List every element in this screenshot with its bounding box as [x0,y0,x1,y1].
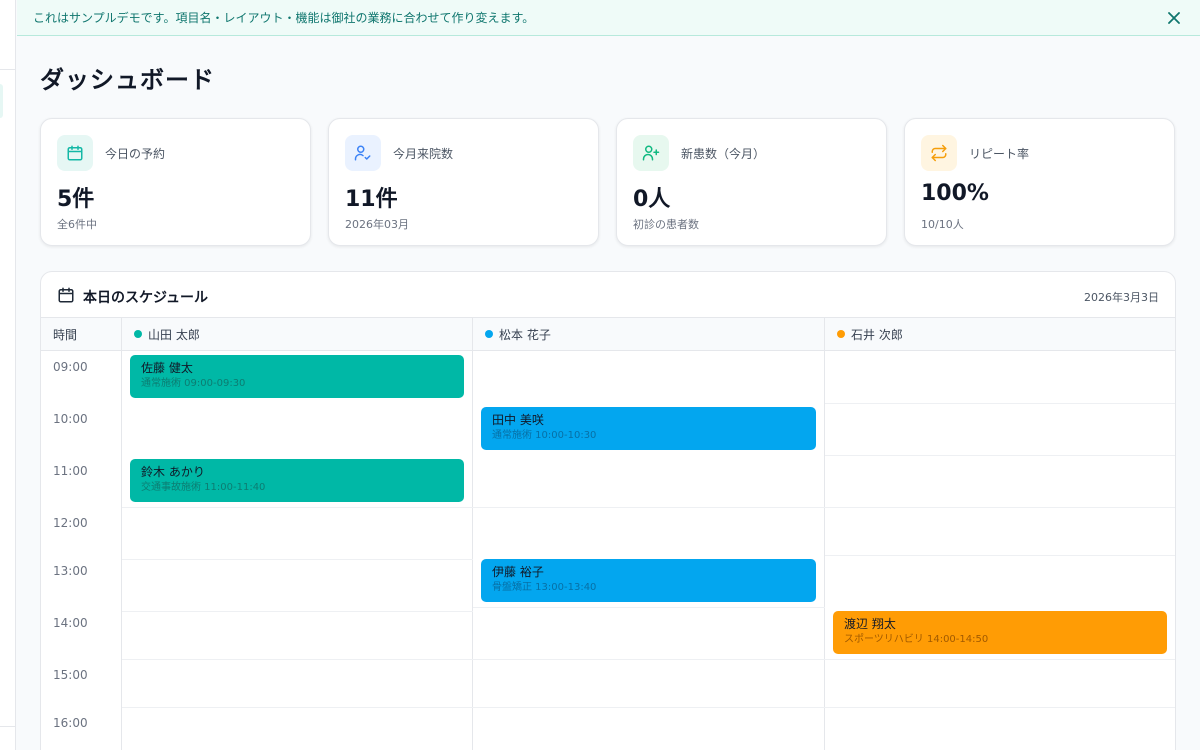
appointment-detail: 通常施術 09:00-09:30 [141,378,246,389]
appointment-card[interactable]: 渡辺 翔太 スポーツリハビリ 14:00-14:50 [833,611,1167,654]
stat-value: 0人 [633,187,671,212]
staff-color-dot [837,330,845,338]
hour-line [825,555,1175,556]
stat-card-repeat-rate: リピート率 100% 10/10人 [904,118,1175,246]
hour-line [825,403,1175,404]
today-schedule-panel: 本日のスケジュール 2026年3月3日 時間 山田 太郎 松本 花子 石井 次郎… [40,271,1176,750]
stat-label: 今月来院数 [393,147,454,161]
user-check-icon [345,135,381,171]
time-header-label: 時間 [53,327,78,342]
hour-line [473,507,825,508]
user-plus-icon [633,135,669,171]
staff-column[interactable]: 田中 美咲 通常施術 10:00-10:30 伊藤 裕子 骨盤矯正 13:00-… [473,351,825,750]
staff-color-dot [485,330,493,338]
hour-line [825,455,1175,456]
calendar-icon [57,135,93,171]
sidebar-active-indicator[interactable] [0,84,3,118]
schedule-title: 本日のスケジュール [83,290,209,306]
time-slot-label: 10:00 [53,412,88,426]
sidebar [0,0,16,750]
stat-sub: 全6件中 [57,218,97,231]
appointment-card[interactable]: 佐藤 健太 通常施術 09:00-09:30 [130,355,464,398]
sidebar-divider [0,726,16,727]
time-slot-label: 13:00 [53,564,88,578]
appointment-patient: 佐藤 健太 [141,361,193,375]
stat-value: 5件 [57,187,95,212]
stat-label: 今日の予約 [105,147,166,161]
stat-label: 新患数（今月） [681,147,766,161]
time-slot-label: 09:00 [53,360,88,374]
hour-line [473,659,825,660]
stat-sub: 初診の患者数 [633,218,699,231]
repeat-icon [921,135,957,171]
schedule-header: 本日のスケジュール 2026年3月3日 [41,272,1175,318]
hour-line [122,559,473,560]
stat-sub: 2026年03月 [345,218,409,231]
time-slot-label: 16:00 [53,716,88,730]
appointment-patient: 伊藤 裕子 [492,565,544,579]
stat-card-today-reservations: 今日の予約 5件 全6件中 [40,118,311,246]
appointment-card[interactable]: 伊藤 裕子 骨盤矯正 13:00-13:40 [481,559,816,602]
main-content: これはサンプルデモです。項目名・レイアウト・機能は御社の業務に合わせて作り変えま… [17,0,1200,750]
staff-color-dot [134,330,142,338]
time-slot-label: 15:00 [53,668,88,682]
appointment-patient: 渡辺 翔太 [844,617,896,631]
stat-card-new-patients: 新患数（今月） 0人 初診の患者数 [616,118,887,246]
stat-value: 11件 [345,187,398,212]
staff-column-header[interactable]: 石井 次郎 [825,318,1175,351]
sidebar-divider [0,69,16,70]
hour-line [122,707,473,708]
demo-banner: これはサンプルデモです。項目名・レイアウト・機能は御社の業務に合わせて作り変えま… [17,0,1200,36]
hour-line [825,659,1175,660]
hour-line [122,659,473,660]
time-column-header: 時間 [41,318,122,351]
appointment-card[interactable]: 田中 美咲 通常施術 10:00-10:30 [481,407,816,450]
appointment-detail: 通常施術 10:00-10:30 [492,430,597,441]
hour-line [122,611,473,612]
hour-line [825,507,1175,508]
staff-name: 松本 花子 [499,327,551,342]
staff-column-header[interactable]: 山田 太郎 [122,318,473,351]
staff-name: 石井 次郎 [851,327,903,342]
hour-line [825,707,1175,708]
stat-sub: 10/10人 [921,218,964,231]
appointment-card[interactable]: 鈴木 あかり 交通事故施術 11:00-11:40 [130,459,464,502]
banner-text: これはサンプルデモです。項目名・レイアウト・機能は御社の業務に合わせて作り変えま… [33,11,535,25]
time-slot-label: 11:00 [53,464,88,478]
close-icon[interactable] [1164,8,1184,28]
staff-column[interactable]: 渡辺 翔太 スポーツリハビリ 14:00-14:50 [825,351,1175,750]
hour-line [122,507,473,508]
hour-line [473,607,825,608]
staff-column-header[interactable]: 松本 花子 [473,318,825,351]
schedule-date: 2026年3月3日 [1084,291,1159,304]
hour-line [473,707,825,708]
appointment-detail: 骨盤矯正 13:00-13:40 [492,582,597,593]
staff-name: 山田 太郎 [148,327,200,342]
stat-card-monthly-visits: 今月来院数 11件 2026年03月 [328,118,599,246]
calendar-icon [57,286,75,308]
appointment-patient: 田中 美咲 [492,413,544,427]
appointment-patient: 鈴木 あかり [141,465,205,479]
time-slot-label: 14:00 [53,616,88,630]
page-title: ダッシュボード [40,66,215,94]
stat-value: 100% [921,181,989,206]
appointment-detail: スポーツリハビリ 14:00-14:50 [844,634,989,645]
stat-label: リピート率 [969,147,1030,161]
appointment-detail: 交通事故施術 11:00-11:40 [141,482,266,493]
time-slot-label: 12:00 [53,516,88,530]
staff-column[interactable]: 佐藤 健太 通常施術 09:00-09:30 鈴木 あかり 交通事故施術 11:… [122,351,473,750]
time-column: 09:00 10:00 11:00 12:00 13:00 14:00 15:0… [41,351,122,750]
